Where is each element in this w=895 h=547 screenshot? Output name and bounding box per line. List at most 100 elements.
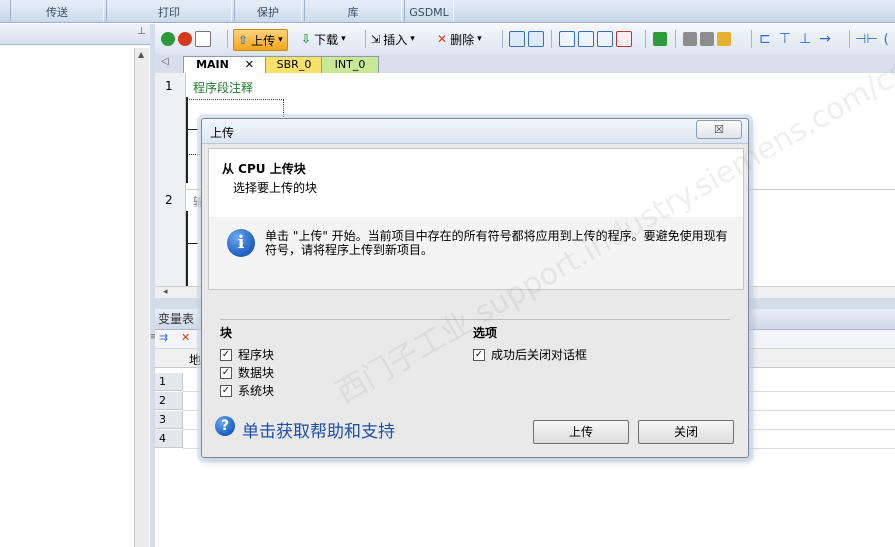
editor-toolbar: ⇧ 上传 ▾ ⇩ 下载 ▾ ⇲ 插入 ▾ ✕ 删除 ▾ ⊏ ⊤ ⊥ → ⊣⊢ ( [155,24,895,55]
toolbar-separator [551,30,552,48]
program-tab-bar: ◁ MAIN ✕ SBR_0 INT_0 [155,54,895,74]
chevron-down-icon: ▾ [410,34,415,44]
checkbox-label: 系统块 [238,384,275,398]
download-toolbar-label: 下载 [314,32,339,47]
unlock-all-icon[interactable] [717,32,731,46]
download-toolbar-button[interactable]: ⇩ 下载 ▾ [301,29,346,49]
dialog-divider [220,319,730,320]
ribbon-group-library[interactable]: 库 [304,0,402,21]
upload-toolbar-button[interactable]: ⇧ 上传 ▾ [233,29,288,51]
help-link[interactable]: 单击获取帮助和支持 [242,417,395,442]
line-up-icon[interactable]: ⊥ [799,31,811,47]
next-bookmark-icon[interactable] [597,31,613,47]
tab-main[interactable]: MAIN ✕ [183,56,267,73]
toolbar-separator [645,30,646,48]
insert-toolbar-label: 插入 [383,32,408,47]
program-block-checkbox[interactable]: ✓ 程序块 [220,346,274,363]
scroll-left-icon[interactable]: ◂ [163,287,168,297]
network-number: 2 [165,193,173,207]
checkbox-checked-icon[interactable]: ✓ [220,366,232,379]
pin-icon[interactable]: ⊥ [137,26,146,37]
navigation-pane: ⊥ [0,24,151,547]
rung-stub [188,243,198,244]
dialog-title: 上传 [210,126,235,140]
dialog-info-panel: i 单击 "上传" 开始。当前项目中存在的所有符号都将应用到上传的程序。要避免使… [208,217,744,290]
dialog-close-button[interactable]: ☒ [696,120,742,139]
navigation-scrollbar[interactable]: ▲ [134,48,149,547]
checkbox-checked-icon[interactable]: ✓ [473,348,485,361]
network-number: 1 [165,79,173,93]
run-icon[interactable] [161,32,175,46]
checkbox-checked-icon[interactable]: ✓ [220,348,232,361]
blocks-section-title: 块 [220,326,233,340]
toolbar-separator [675,30,676,48]
network-insert-icon[interactable] [509,31,525,47]
insert-icon: ⇲ [371,32,381,46]
info-icon: i [227,229,255,257]
network-gutter: 1 2 [155,73,186,288]
table-row-number[interactable]: 1 [155,373,183,391]
table-row-number[interactable]: 2 [155,392,183,410]
dialog-header-panel: 从 CPU 上传块 选择要上传的块 [208,148,744,218]
table-row-number[interactable]: 3 [155,411,183,429]
unlock-icon[interactable] [700,32,714,46]
close-on-success-checkbox[interactable]: ✓ 成功后关闭对话框 [473,346,587,363]
options-section-title: 选项 [473,326,498,340]
close-icon[interactable]: ✕ [245,58,254,71]
navigation-pane-header: ⊥ [0,24,150,45]
network-delete-icon[interactable] [528,31,544,47]
toolbar-separator [849,30,850,48]
delete-icon: ✕ [437,32,448,46]
toolbar-separator [751,30,752,48]
checkbox-label: 成功后关闭对话框 [491,348,588,362]
previous-bookmark-icon[interactable] [578,31,594,47]
dialog-titlebar: 上传 ☒ [202,119,748,144]
upload-dialog: 上传 ☒ 从 CPU 上传块 选择要上传的块 i 单击 "上传" 开始。当前项目… [201,118,749,458]
tab-sbr0[interactable]: SBR_0 [265,56,323,73]
insert-row-icon[interactable]: ⇉ [159,331,168,344]
column-address[interactable]: 地 [189,351,201,368]
contact-icon[interactable]: ⊣⊢ [855,32,878,47]
ribbon-group-transfer[interactable]: 传送 [10,0,104,21]
ribbon-group-gsdml[interactable]: GSDML [404,0,454,21]
network-comment[interactable]: 程序段注释 [193,79,253,96]
lock-icon[interactable] [683,32,697,46]
scroll-up-icon[interactable]: ▲ [138,50,144,59]
stop-icon[interactable] [178,32,192,46]
bookmark-icon[interactable] [559,31,575,47]
branch-up-icon[interactable]: ⊤ [779,31,791,47]
insert-toolbar-button[interactable]: ⇲ 插入 ▾ [371,29,415,49]
delete-toolbar-button[interactable]: ✕ 删除 ▾ [437,29,482,49]
tab-scroll-left-icon[interactable]: ◁ [161,56,169,67]
checkbox-checked-icon[interactable]: ✓ [220,384,232,397]
variable-table-title: 变量表 [158,312,195,326]
compile-icon[interactable] [195,31,211,47]
tab-int0[interactable]: INT_0 [321,56,379,73]
clear-bookmarks-icon[interactable] [616,31,632,47]
ribbon: 传送 打印 保护 库 GSDML [0,0,895,23]
download-arrow-icon: ⇩ [301,32,312,46]
delete-toolbar-label: 删除 [450,32,475,47]
rung-stub [188,129,198,130]
checkbox-label: 数据块 [238,366,275,380]
close-button[interactable]: 关闭 [638,420,734,444]
upload-button[interactable]: 上传 [533,420,629,444]
system-block-checkbox[interactable]: ✓ 系统块 [220,382,274,399]
dialog-info-text: 单击 "上传" 开始。当前项目中存在的所有符号都将应用到上传的程序。要避免使用现… [265,229,728,257]
coil-icon[interactable]: ( [884,32,889,47]
power-rail [186,97,188,183]
branch-down-icon[interactable]: ⊏ [759,31,771,47]
upload-arrow-icon: ⇧ [238,33,249,47]
line-right-icon[interactable]: → [819,31,831,47]
dialog-heading: 从 CPU 上传块 [222,162,306,176]
toolbar-separator [365,30,366,48]
ribbon-group-protect[interactable]: 保护 [234,0,302,21]
tab-main-label: MAIN [196,58,229,71]
data-block-checkbox[interactable]: ✓ 数据块 [220,364,274,381]
ribbon-group-print[interactable]: 打印 [106,0,232,21]
toolbar-separator [502,30,503,48]
goto-icon[interactable] [653,32,667,46]
delete-row-icon[interactable]: ✕ [181,331,190,344]
help-icon[interactable]: ? [215,416,235,436]
table-row-number[interactable]: 4 [155,430,183,448]
